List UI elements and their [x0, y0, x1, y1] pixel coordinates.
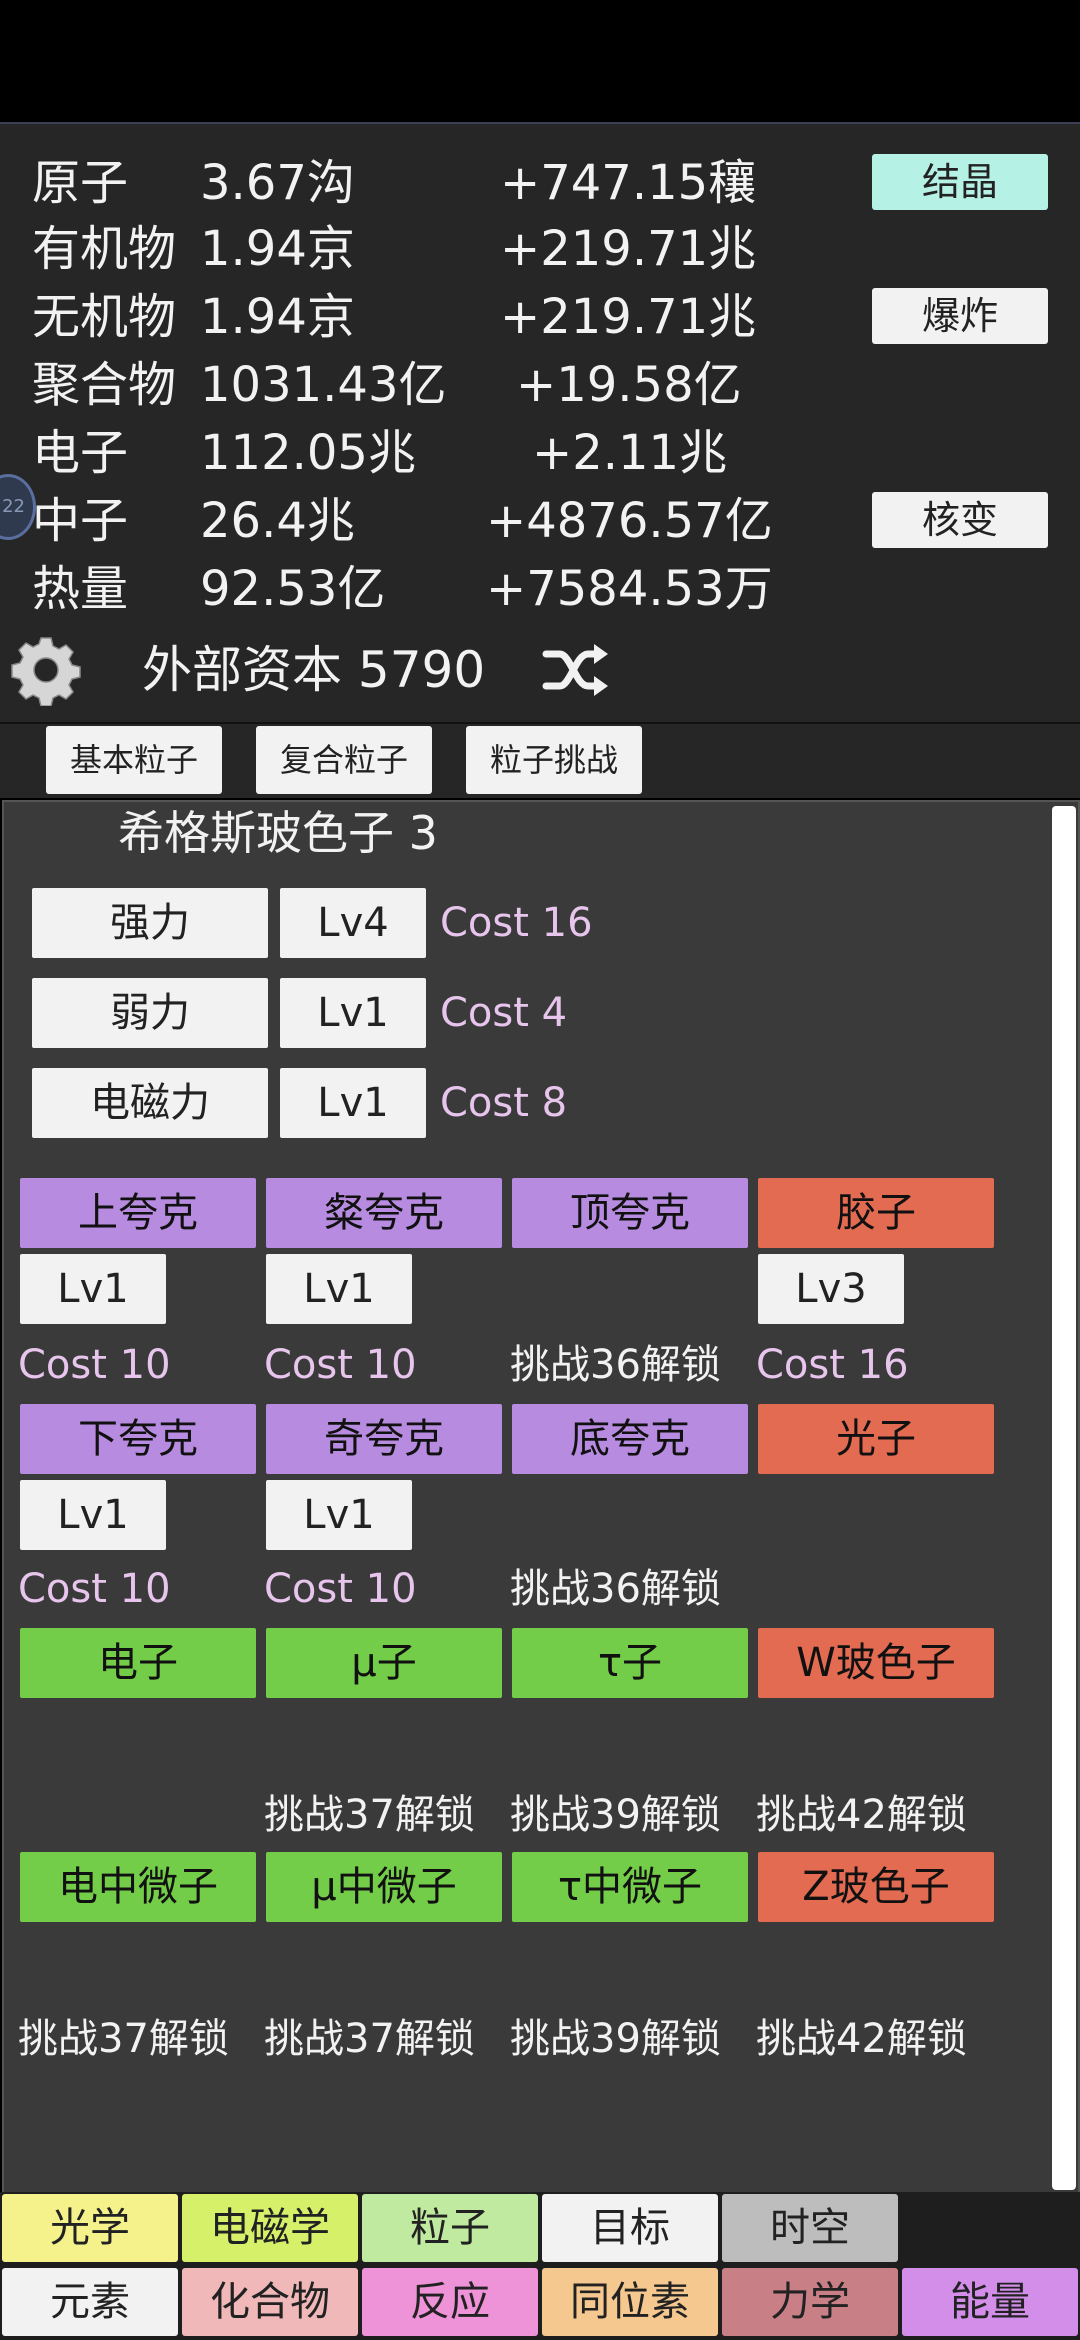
strange-quark-level[interactable]: Lv1 — [266, 1480, 412, 1550]
muon-unlock-text: 挑战37解锁 — [264, 1792, 475, 1838]
particle-gluon-button[interactable]: 胶子 — [758, 1178, 994, 1248]
resource-name: 聚合物 — [32, 357, 177, 413]
particle-electron-button[interactable]: 电子 — [20, 1628, 256, 1698]
resource-value: 92.53亿 — [200, 561, 386, 617]
resource-rate: +2.11兆 — [532, 425, 728, 481]
gluon-cost: Cost 16 — [756, 1342, 909, 1388]
nav-electromagnetism[interactable]: 电磁学 — [182, 2194, 358, 2262]
force-electromagnetic-button[interactable]: 电磁力 — [32, 1068, 268, 1138]
particle-electron-neutrino-button[interactable]: 电中微子 — [20, 1852, 256, 1922]
particle-z-boson-button[interactable]: Z玻色子 — [758, 1852, 994, 1922]
tab-composite-particles[interactable]: 复合粒子 — [256, 726, 432, 794]
external-capital: 外部资本 5790 — [142, 641, 486, 699]
charm-quark-level[interactable]: Lv1 — [266, 1254, 412, 1324]
resource-name: 有机物 — [32, 221, 177, 277]
nav-optics[interactable]: 光学 — [2, 2194, 178, 2262]
tau-neutrino-unlock-text: 挑战39解锁 — [510, 2016, 721, 2062]
resource-value: 1031.43亿 — [200, 357, 447, 413]
resource-rate: +219.71兆 — [500, 221, 757, 277]
force-weak-button[interactable]: 弱力 — [32, 978, 268, 1048]
down-quark-cost: Cost 10 — [18, 1566, 171, 1612]
resource-name: 中子 — [32, 493, 129, 549]
muon-neutrino-unlock-text: 挑战37解锁 — [264, 2016, 475, 2062]
force-weak-level[interactable]: Lv1 — [280, 978, 426, 1048]
higgs-boson-count: 希格斯玻色子 3 — [118, 806, 438, 860]
resource-value: 26.4兆 — [200, 493, 355, 549]
particle-tau-neutrino-button[interactable]: τ中微子 — [512, 1852, 748, 1922]
resource-row-electron: 电子 112.05兆 +2.11兆 — [0, 420, 1080, 486]
electron-neutrino-unlock-text: 挑战37解锁 — [18, 2016, 229, 2062]
particle-strange-quark-button[interactable]: 奇夸克 — [266, 1404, 502, 1474]
gluon-level[interactable]: Lv3 — [758, 1254, 904, 1324]
resource-name: 电子 — [32, 425, 129, 481]
down-quark-level[interactable]: Lv1 — [20, 1480, 166, 1550]
resource-value: 1.94京 — [200, 289, 355, 345]
tab-basic-particles[interactable]: 基本粒子 — [46, 726, 222, 794]
resource-rate: +747.15穰 — [500, 155, 757, 211]
tau-unlock-text: 挑战39解锁 — [510, 1792, 721, 1838]
nav-reactions[interactable]: 反应 — [362, 2268, 538, 2336]
nav-isotopes[interactable]: 同位素 — [542, 2268, 718, 2336]
resource-rate: +19.58亿 — [516, 357, 742, 413]
explode-button[interactable]: 爆炸 — [872, 288, 1048, 344]
particle-top-quark-button[interactable]: 顶夸克 — [512, 1178, 748, 1248]
fission-button[interactable]: 核变 — [872, 492, 1048, 548]
force-strong-cost: Cost 16 — [440, 900, 593, 946]
resource-name: 无机物 — [32, 289, 177, 345]
resource-row-heat: 热量 92.53亿 +7584.53万 — [0, 556, 1080, 622]
particle-w-boson-button[interactable]: W玻色子 — [758, 1628, 994, 1698]
bottom-quark-unlock-text: 挑战36解锁 — [510, 1566, 721, 1612]
force-electromagnetic-level[interactable]: Lv1 — [280, 1068, 426, 1138]
particle-photon-button[interactable]: 光子 — [758, 1404, 994, 1474]
particle-charm-quark-button[interactable]: 粲夸克 — [266, 1178, 502, 1248]
particle-muon-button[interactable]: μ子 — [266, 1628, 502, 1698]
z-boson-unlock-text: 挑战42解锁 — [756, 2016, 967, 2062]
resource-value: 3.67沟 — [200, 155, 355, 211]
resource-rate: +7584.53万 — [486, 561, 773, 617]
force-strong-level[interactable]: Lv4 — [280, 888, 426, 958]
nav-mechanics[interactable]: 力学 — [722, 2268, 898, 2336]
resource-rate: +4876.57亿 — [486, 493, 773, 549]
particle-up-quark-button[interactable]: 上夸克 — [20, 1178, 256, 1248]
force-electromagnetic-cost: Cost 8 — [440, 1080, 568, 1126]
tab-particle-challenge[interactable]: 粒子挑战 — [466, 726, 642, 794]
particle-down-quark-button[interactable]: 下夸克 — [20, 1404, 256, 1474]
shuffle-icon[interactable] — [542, 640, 612, 700]
force-weak-cost: Cost 4 — [440, 990, 568, 1036]
nav-energy[interactable]: 能量 — [902, 2268, 1078, 2336]
crystallize-button[interactable]: 结晶 — [872, 154, 1048, 210]
resource-rate: +219.71兆 — [500, 289, 757, 345]
resource-value: 112.05兆 — [200, 425, 416, 481]
w-boson-unlock-text: 挑战42解锁 — [756, 1792, 967, 1838]
particle-bottom-quark-button[interactable]: 底夸克 — [512, 1404, 748, 1474]
particle-muon-neutrino-button[interactable]: μ中微子 — [266, 1852, 502, 1922]
resource-name: 热量 — [32, 561, 129, 617]
scrollbar[interactable] — [1052, 806, 1076, 2190]
resource-value: 1.94京 — [200, 221, 355, 277]
up-quark-level[interactable]: Lv1 — [20, 1254, 166, 1324]
force-strong-button[interactable]: 强力 — [32, 888, 268, 958]
nav-compounds[interactable]: 化合物 — [182, 2268, 358, 2336]
status-bar-area — [0, 0, 1080, 122]
nav-goals[interactable]: 目标 — [542, 2194, 718, 2262]
up-quark-cost: Cost 10 — [18, 1342, 171, 1388]
nav-particles[interactable]: 粒子 — [362, 2194, 538, 2262]
resource-row-organic: 有机物 1.94京 +219.71兆 — [0, 216, 1080, 282]
resource-name: 原子 — [32, 155, 129, 211]
nav-spacetime[interactable]: 时空 — [722, 2194, 898, 2262]
resource-row-polymer: 聚合物 1031.43亿 +19.58亿 — [0, 352, 1080, 418]
gear-icon[interactable] — [10, 634, 82, 706]
top-quark-unlock-text: 挑战36解锁 — [510, 1342, 721, 1388]
nav-elements[interactable]: 元素 — [2, 2268, 178, 2336]
charm-quark-cost: Cost 10 — [264, 1342, 417, 1388]
particle-tau-button[interactable]: τ子 — [512, 1628, 748, 1698]
strange-quark-cost: Cost 10 — [264, 1566, 417, 1612]
